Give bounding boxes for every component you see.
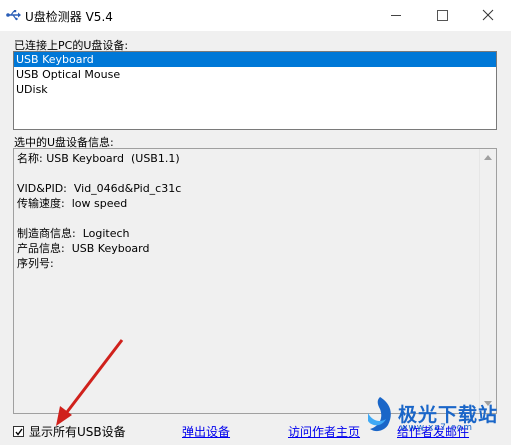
watermark: 极光下载站 www.xz7.com <box>358 387 508 443</box>
maximize-button[interactable] <box>419 0 465 31</box>
device-item[interactable]: USB Optical Mouse <box>14 67 496 82</box>
device-item[interactable]: UDisk <box>14 82 496 97</box>
show-all-checkbox[interactable] <box>13 426 24 437</box>
info-line-vidpid: VID&PID: Vid_046d&Pid_c31c <box>17 182 182 195</box>
info-line-speed: 传输速度: low speed <box>17 197 128 210</box>
device-item[interactable]: USB Keyboard <box>14 52 496 67</box>
check-icon <box>15 428 23 436</box>
close-button[interactable] <box>465 0 511 31</box>
scroll-up-icon[interactable] <box>484 154 492 160</box>
watermark-url: www.xz7.com <box>400 423 473 433</box>
device-list[interactable]: USB Keyboard USB Optical Mouse UDisk <box>13 51 497 130</box>
close-icon <box>482 9 494 21</box>
minimize-button[interactable] <box>373 0 419 31</box>
usb-icon <box>6 10 21 21</box>
minimize-icon <box>391 15 401 16</box>
info-line-product: 产品信息: USB Keyboard <box>17 242 150 255</box>
info-line-serial: 序列号: <box>17 257 54 270</box>
visit-author-link[interactable]: 访问作者主页 <box>288 423 360 440</box>
watermark-logo-icon <box>368 397 391 432</box>
maximize-icon <box>437 10 448 21</box>
title-bar: U盘检测器 V5.4 <box>0 0 511 31</box>
annotation-arrow-icon <box>56 339 124 426</box>
window-title: U盘检测器 V5.4 <box>25 10 113 24</box>
info-line-name: 名称: USB Keyboard (USB1.1) <box>17 152 180 165</box>
eject-device-link[interactable]: 弹出设备 <box>182 423 230 440</box>
info-scrollbar[interactable] <box>479 149 496 413</box>
info-line-manufacturer: 制造商信息: Logitech <box>17 227 130 240</box>
